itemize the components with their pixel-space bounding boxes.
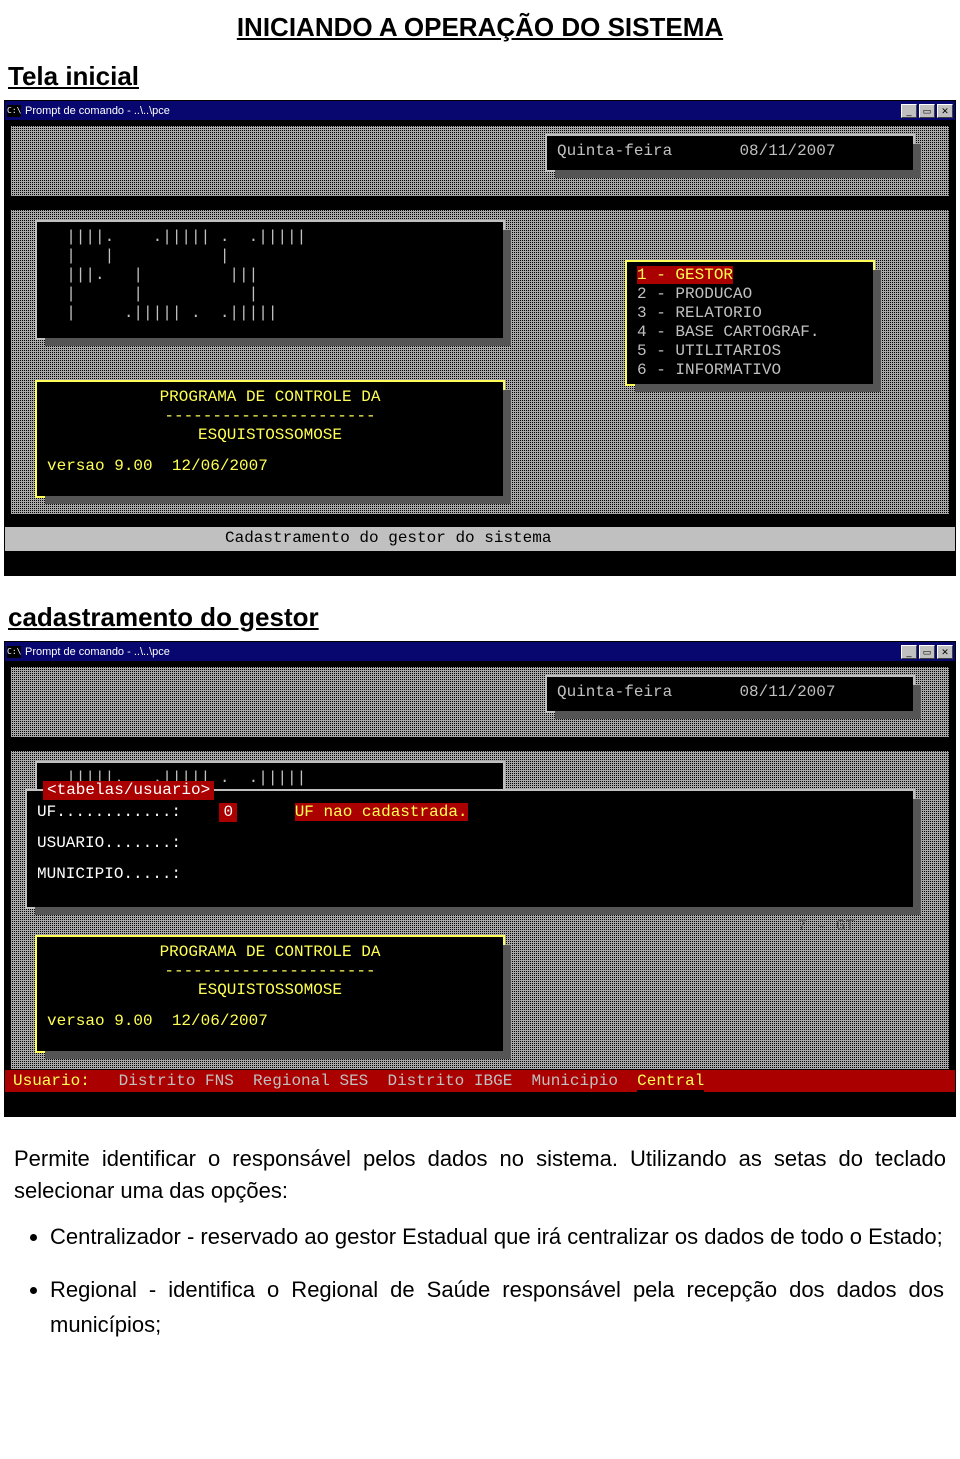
opt-distrito-fns[interactable]: Distrito FNS <box>119 1072 234 1091</box>
ascii-art: ||||. .||||| . .||||| <box>47 228 493 247</box>
status-text-1: Cadastramento do gestor do sistema <box>5 527 955 551</box>
opt-distrito-ibge[interactable]: Distrito IBGE <box>387 1072 512 1091</box>
menu-item-producao[interactable]: 2 - PRODUCAO <box>637 285 863 304</box>
municipio-label: MUNICIPIO.....: <box>37 865 181 883</box>
uf-input[interactable]: 0 <box>219 803 237 822</box>
section-cadastramento: cadastramento do gestor <box>8 602 960 633</box>
opt-regional-ses[interactable]: Regional SES <box>253 1072 368 1091</box>
ascii-logo-box: ||||. .||||| . .||||| | | | |||. | ||| |… <box>35 220 505 340</box>
menu-item-base-cartograf[interactable]: 4 - BASE CARTOGRAF. <box>637 323 863 342</box>
date-value: 08/11/2007 <box>739 142 835 160</box>
opt-central-selected[interactable]: Central <box>637 1072 704 1091</box>
maximize-button[interactable]: ▭ <box>919 104 935 118</box>
page-title: INICIANDO A OPERAÇÃO DO SISTEMA <box>0 12 960 43</box>
titlebar: C:\ Prompt de comando - ..\..\pce _ ▭ ✕ <box>5 101 955 120</box>
minimize-button[interactable]: _ <box>901 645 917 659</box>
date-value-2: 08/11/2007 <box>739 683 835 701</box>
minimize-button[interactable]: _ <box>901 104 917 118</box>
form-panel: <tabelas/usuario> UF............: 0 UF n… <box>25 789 915 909</box>
bullet-regional: Regional - identifica o Regional de Saúd… <box>50 1272 960 1342</box>
menu-item-informativo[interactable]: 6 - INFORMATIVO <box>637 361 863 380</box>
usuario-selector-bar[interactable]: Usuario: Distrito FNS Regional SES Distr… <box>5 1070 955 1092</box>
uf-error-msg: UF nao cadastrada. <box>295 803 468 821</box>
options-list: Centralizador - reservado ao gestor Esta… <box>50 1219 960 1343</box>
usuario-bar-label: Usuario: <box>13 1072 90 1091</box>
cmd-icon: C:\ <box>7 646 21 658</box>
program-line3: ESQUISTOSSOMOSE <box>47 426 493 445</box>
date-box-2: Quinta-feira 08/11/2007 <box>545 675 915 713</box>
bullet-centralizador: Centralizador - reservado ao gestor Esta… <box>50 1219 960 1254</box>
maximize-button[interactable]: ▭ <box>919 645 935 659</box>
dos-window-2: C:\ Prompt de comando - ..\..\pce _ ▭ ✕ … <box>4 641 956 1117</box>
close-button[interactable]: ✕ <box>937 104 953 118</box>
date-day: Quinta-feira <box>557 142 672 160</box>
usuario-label: USUARIO.......: <box>37 834 181 852</box>
close-button[interactable]: ✕ <box>937 645 953 659</box>
program-line1: PROGRAMA DE CONTROLE DA <box>47 388 493 407</box>
dos-window-1: C:\ Prompt de comando - ..\..\pce _ ▭ ✕ … <box>4 100 956 576</box>
program-info-box-2: PROGRAMA DE CONTROLE DA ----------------… <box>35 935 505 1053</box>
form-header: <tabelas/usuario> <box>43 781 214 800</box>
titlebar-2: C:\ Prompt de comando - ..\..\pce _ ▭ ✕ <box>5 642 955 661</box>
program-info-box: PROGRAMA DE CONTROLE DA ----------------… <box>35 380 505 498</box>
section-tela-inicial: Tela inicial <box>8 61 960 92</box>
menu-item-gestor[interactable]: 1 - GESTOR <box>637 266 863 285</box>
date-day-2: Quinta-feira <box>557 683 672 701</box>
dos-screen-1: Quinta-feira 08/11/2007 ||||. .||||| . .… <box>5 120 955 575</box>
menu-item-utilitarios[interactable]: 5 - UTILITARIOS <box>637 342 863 361</box>
body-paragraph: Permite identificar o responsável pelos … <box>14 1143 946 1207</box>
program-version: versao 9.00 12/06/2007 <box>47 457 493 476</box>
window-title-2: Prompt de comando - ..\..\pce <box>25 646 170 658</box>
program-line2: ---------------------- <box>47 407 493 426</box>
window-title: Prompt de comando - ..\..\pce <box>25 105 170 117</box>
uf-label: UF............: <box>37 803 181 821</box>
menu-item-gt: 7 - GT <box>797 917 855 936</box>
opt-municipio[interactable]: Municipio <box>532 1072 618 1091</box>
cmd-icon: C:\ <box>7 105 21 117</box>
dos-screen-2: Quinta-feira 08/11/2007 |||||. .||||| . … <box>5 661 955 1116</box>
menu-item-relatorio[interactable]: 3 - RELATORIO <box>637 304 863 323</box>
main-menu[interactable]: 1 - GESTOR 2 - PRODUCAO 3 - RELATORIO 4 … <box>625 260 875 386</box>
date-box: Quinta-feira 08/11/2007 <box>545 134 915 172</box>
